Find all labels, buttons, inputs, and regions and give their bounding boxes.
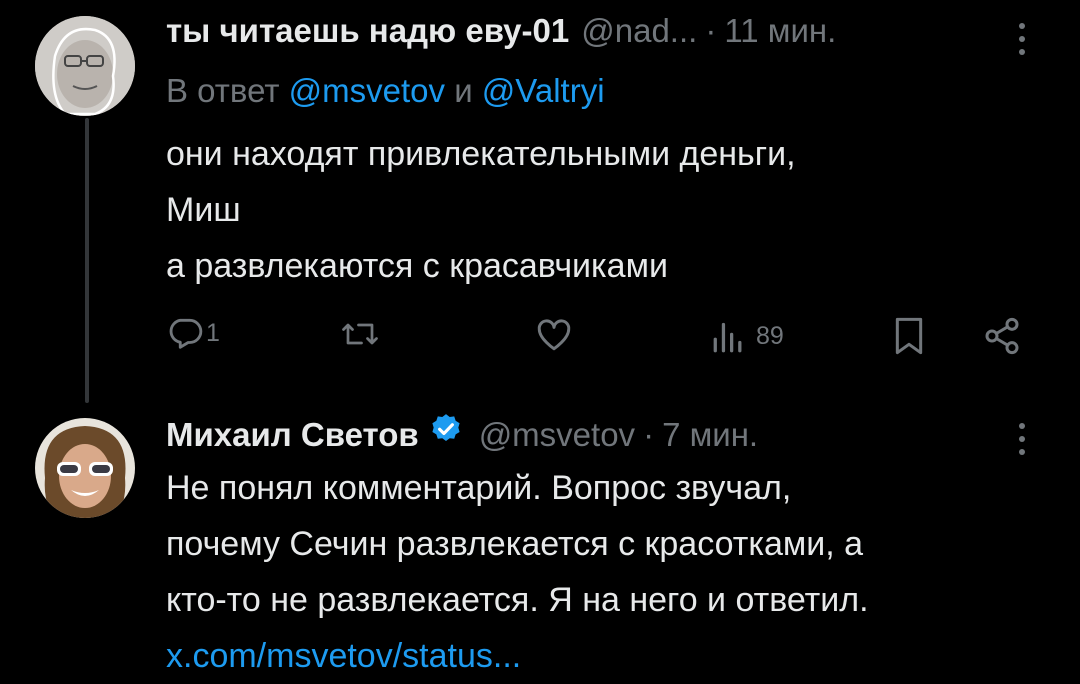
status-link[interactable]: x.com/msvetov/status... bbox=[166, 628, 1046, 684]
tweet-1[interactable]: ты читаешь надю еву-01 @nad... · 11 мин.… bbox=[0, 0, 1080, 400]
views-icon bbox=[710, 318, 750, 354]
author-name[interactable]: Михаил Светов bbox=[166, 416, 419, 454]
reply-count: 1 bbox=[206, 318, 220, 347]
author-handle[interactable]: @nad... bbox=[581, 12, 697, 50]
text-line: кто-то не развлекается. Я на него и отве… bbox=[166, 581, 869, 619]
avatar-nadya[interactable] bbox=[35, 16, 135, 116]
bookmark-icon bbox=[892, 316, 926, 356]
share-button[interactable] bbox=[982, 316, 1022, 356]
reply-context: В ответ @msvetov и @Valtryi bbox=[166, 72, 605, 110]
avatar-msvetov[interactable] bbox=[35, 418, 135, 518]
more-icon[interactable] bbox=[1012, 422, 1032, 456]
timestamp[interactable]: 11 мин. bbox=[724, 12, 836, 50]
reply-icon bbox=[166, 314, 204, 352]
like-icon bbox=[534, 316, 574, 352]
verified-badge-icon bbox=[429, 412, 463, 446]
like-button[interactable] bbox=[534, 316, 574, 352]
tweet-1-text: они находят привлекательными деньги, Миш… bbox=[166, 126, 1046, 294]
separator-dot: · bbox=[705, 12, 717, 49]
author-name[interactable]: ты читаешь надю еву-01 bbox=[166, 12, 569, 50]
more-icon[interactable] bbox=[1012, 22, 1032, 56]
text-line: они находят привлекательными деньги, bbox=[166, 135, 796, 173]
tweet-1-header: ты читаешь надю еву-01 @nad... · 11 мин. bbox=[166, 12, 836, 50]
author-handle[interactable]: @msvetov bbox=[479, 416, 635, 454]
tweet-2-header: Михаил Светов @msvetov · 7 мин. bbox=[166, 412, 758, 454]
tweet-2[interactable]: Михаил Светов @msvetov · 7 мин. Не понял… bbox=[0, 400, 1080, 683]
views-count: 89 bbox=[756, 321, 784, 350]
retweet-button[interactable] bbox=[340, 316, 380, 352]
retweet-icon bbox=[340, 316, 380, 352]
text-line: Не понял комментарий. Вопрос звучал, bbox=[166, 469, 792, 507]
share-icon bbox=[982, 316, 1022, 356]
reply-button[interactable]: 1 bbox=[166, 314, 220, 352]
reply-prefix: В ответ bbox=[166, 72, 280, 109]
text-line: а развлекаются с красавчиками bbox=[166, 247, 668, 285]
bookmark-button[interactable] bbox=[892, 316, 926, 356]
views-button[interactable]: 89 bbox=[710, 318, 784, 354]
tweet-2-text: Не понял комментарий. Вопрос звучал, поч… bbox=[166, 460, 1046, 684]
reply-conjunction: и bbox=[454, 72, 473, 109]
reply-mention-msvetov[interactable]: @msvetov bbox=[289, 72, 445, 109]
timestamp[interactable]: 7 мин. bbox=[662, 416, 758, 454]
reply-mention-valtryi[interactable]: @Valtryi bbox=[482, 72, 605, 109]
text-line: почему Сечин развлекается с красотками, … bbox=[166, 525, 864, 563]
text-line: Миш bbox=[166, 191, 241, 229]
separator-dot: · bbox=[643, 416, 655, 453]
tweet-1-actions: 1 89 bbox=[160, 312, 1030, 362]
